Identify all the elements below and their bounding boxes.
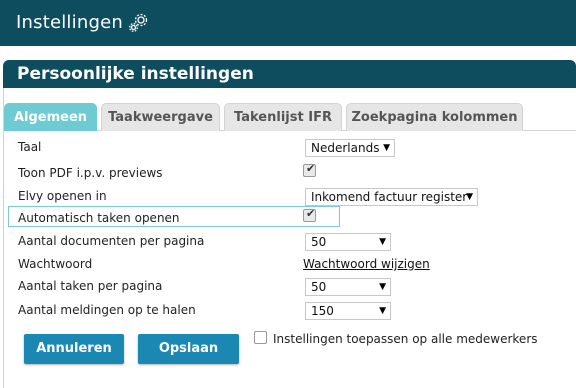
docs-select[interactable]: 50 ▼ bbox=[305, 233, 391, 251]
meldingen-select-value: 150 bbox=[311, 304, 334, 318]
apply-all-checkbox[interactable] bbox=[254, 331, 267, 344]
elvy-select[interactable]: Inkomend factuur register ▼ bbox=[305, 188, 478, 206]
save-button[interactable]: Opslaan bbox=[138, 334, 239, 364]
password-label: Wachtwoord bbox=[18, 257, 93, 271]
apply-all-label: Instellingen toepassen op alle medewerke… bbox=[273, 332, 538, 346]
gear-icon bbox=[129, 13, 148, 32]
change-password-link[interactable]: Wachtwoord wijzigen bbox=[303, 257, 430, 271]
meldingen-select[interactable]: 150 ▼ bbox=[305, 302, 391, 320]
docs-label: Aantal documenten per pagina bbox=[18, 234, 205, 248]
page-title: Instellingen bbox=[16, 12, 123, 33]
pdf-checkbox[interactable]: ✔ bbox=[303, 162, 316, 177]
chevron-down-icon: ▼ bbox=[383, 143, 390, 153]
pdf-label: Toon PDF i.p.v. previews bbox=[18, 166, 163, 180]
top-bar: Instellingen bbox=[0, 0, 576, 46]
tab-takenlijst-ifr[interactable]: Takenlijst IFR bbox=[224, 103, 342, 131]
tab-taakweergave[interactable]: Taakweergave bbox=[101, 103, 220, 131]
chevron-down-icon: ▼ bbox=[379, 282, 386, 292]
auto-checkbox[interactable]: ✔ bbox=[303, 207, 316, 222]
meldingen-label: Aantal meldingen op te halen bbox=[18, 303, 196, 317]
tab-zoekpagina-kolommen[interactable]: Zoekpagina kolommen bbox=[346, 103, 523, 131]
panel-title: Persoonlijke instellingen bbox=[17, 64, 254, 84]
elvy-label: Elvy openen in bbox=[18, 189, 107, 203]
cancel-button[interactable]: Annuleren bbox=[24, 334, 124, 364]
checkmark-icon: ✔ bbox=[306, 162, 316, 175]
chevron-down-icon: ▼ bbox=[379, 237, 386, 247]
auto-label: Automatisch taken openen bbox=[18, 211, 180, 225]
tab-bar: Algemeen Taakweergave Takenlijst IFR Zoe… bbox=[3, 103, 576, 131]
taken-select-value: 50 bbox=[311, 280, 327, 294]
taal-label: Taal bbox=[18, 140, 42, 154]
checkmark-icon: ✔ bbox=[306, 207, 316, 220]
taal-select[interactable]: Nederlands ▼ bbox=[305, 139, 395, 157]
taken-label: Aantal taken per pagina bbox=[18, 279, 163, 293]
chevron-down-icon: ▼ bbox=[466, 192, 473, 202]
elvy-select-value: Inkomend factuur register bbox=[311, 190, 468, 204]
docs-select-value: 50 bbox=[311, 235, 327, 249]
taal-select-value: Nederlands bbox=[311, 141, 380, 155]
panel-header: Persoonlijke instellingen bbox=[3, 60, 576, 88]
taken-select[interactable]: 50 ▼ bbox=[305, 278, 391, 296]
chevron-down-icon: ▼ bbox=[379, 306, 386, 316]
tab-algemeen[interactable]: Algemeen bbox=[4, 103, 97, 131]
